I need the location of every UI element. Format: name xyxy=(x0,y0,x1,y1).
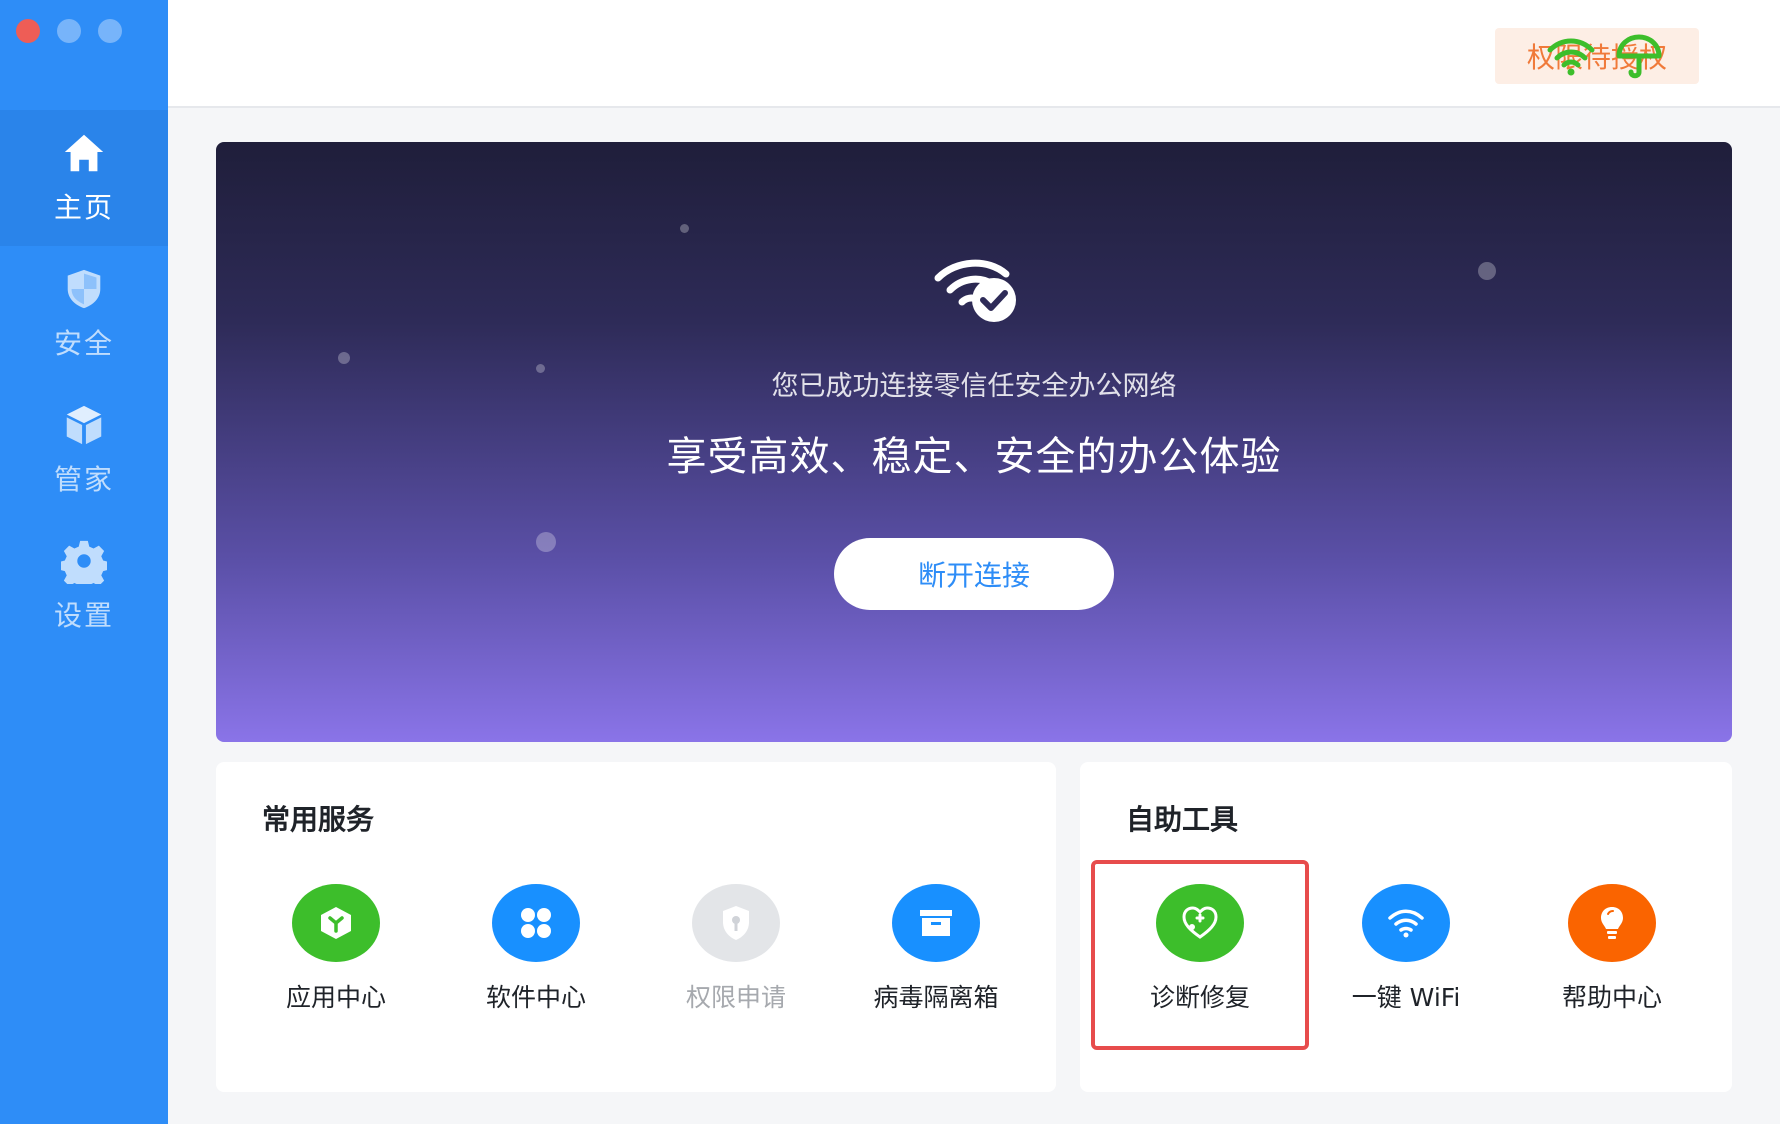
connection-banner: 您已成功连接零信任安全办公网络 享受高效、稳定、安全的办公体验 断开连接 xyxy=(216,142,1732,742)
tile-label: 应用中心 xyxy=(285,983,386,1012)
wifi-icon xyxy=(1362,884,1450,962)
tile-label: 软件中心 xyxy=(485,983,586,1012)
sidebar-item-label: 安全 xyxy=(53,327,114,360)
tile-label: 帮助中心 xyxy=(1561,983,1662,1012)
software-center-icon xyxy=(492,884,580,962)
tool-diagnose-repair[interactable]: 诊断修复 xyxy=(1130,884,1270,1014)
disconnect-button[interactable]: 断开连接 xyxy=(834,538,1114,610)
app-window: 主页 安全 管家 设置 权限待授权 您已成功连接零信任安全办公网络 享受高效、稳… xyxy=(0,0,1780,1124)
minimize-window-button[interactable] xyxy=(57,19,81,43)
wifi-icon[interactable] xyxy=(1546,32,1596,82)
sidebar-item-label: 设置 xyxy=(53,599,114,632)
sidebar-item-home[interactable]: 主页 xyxy=(0,110,168,246)
shield-icon xyxy=(67,269,101,309)
common-services-card: 常用服务 应用中心 软件中心 权限申请 病毒隔离箱 xyxy=(216,762,1056,1092)
sidebar-item-label: 主页 xyxy=(53,191,114,224)
wifi-check-icon xyxy=(934,259,1016,322)
sidebar-item-security[interactable]: 安全 xyxy=(0,246,168,382)
quarantine-box-icon xyxy=(892,884,980,962)
gear-icon xyxy=(61,540,107,584)
tile-label: 权限申请 xyxy=(685,983,786,1012)
top-bar: 权限待授权 xyxy=(168,0,1780,108)
card-title: 自助工具 xyxy=(1126,803,1239,836)
permission-icon xyxy=(692,884,780,962)
lightbulb-icon xyxy=(1568,884,1656,962)
service-permission-request[interactable]: 权限申请 xyxy=(666,884,806,1014)
app-center-icon xyxy=(292,884,380,962)
service-virus-quarantine[interactable]: 病毒隔离箱 xyxy=(866,884,1006,1014)
close-window-button[interactable] xyxy=(16,19,40,43)
tile-label: 一键 WiFi xyxy=(1351,983,1461,1012)
box-icon xyxy=(66,405,102,445)
zoom-window-button[interactable] xyxy=(98,19,122,43)
star-decoration xyxy=(680,224,689,233)
tile-label: 诊断修复 xyxy=(1149,983,1250,1012)
star-decoration xyxy=(536,532,556,552)
window-controls xyxy=(16,19,122,43)
service-software-center[interactable]: 软件中心 xyxy=(466,884,606,1014)
star-decoration xyxy=(1478,262,1496,280)
service-app-center[interactable]: 应用中心 xyxy=(266,884,406,1014)
sidebar-item-settings[interactable]: 设置 xyxy=(0,518,168,654)
diagnose-repair-icon xyxy=(1156,884,1244,962)
star-decoration xyxy=(338,352,350,364)
tool-help-center[interactable]: 帮助中心 xyxy=(1542,884,1682,1014)
sidebar-item-label: 管家 xyxy=(53,463,114,496)
tile-label: 病毒隔离箱 xyxy=(873,983,999,1012)
sidebar-item-manager[interactable]: 管家 xyxy=(0,382,168,518)
home-icon xyxy=(64,134,104,172)
tool-one-click-wifi[interactable]: 一键 WiFi xyxy=(1336,884,1476,1014)
self-service-tools-card: 自助工具 诊断修复 一键 WiFi 帮助中心 xyxy=(1080,762,1732,1092)
banner-subtitle: 您已成功连接零信任安全办公网络 xyxy=(771,371,1177,402)
banner-title: 享受高效、稳定、安全的办公体验 xyxy=(666,434,1282,480)
sidebar: 主页 安全 管家 设置 xyxy=(0,0,168,1124)
permission-pending-badge[interactable]: 权限待授权 xyxy=(1495,28,1699,84)
umbrella-icon[interactable] xyxy=(1614,32,1664,82)
card-title: 常用服务 xyxy=(262,803,375,836)
